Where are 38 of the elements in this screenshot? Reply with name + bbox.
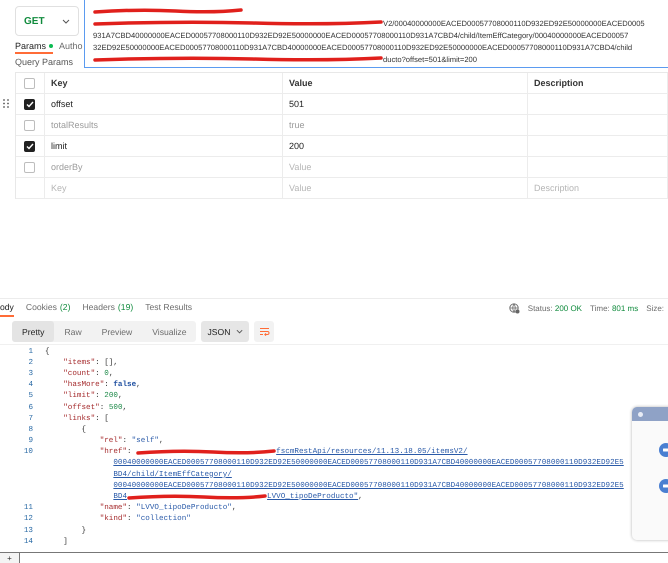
request-tab[interactable]: Params xyxy=(15,39,54,54)
column-header: Description xyxy=(528,73,668,93)
response-tab[interactable]: Test Results xyxy=(145,299,192,317)
view-tab[interactable]: Pretty xyxy=(12,321,54,342)
response-meta: Status: 200 OK xyxy=(528,304,582,312)
param-value[interactable]: 501 xyxy=(283,94,528,114)
view-tab[interactable]: Raw xyxy=(54,321,92,342)
request-tab[interactable]: Autho xyxy=(59,39,83,54)
response-meta: Size: xyxy=(646,304,664,312)
view-tab[interactable]: Visualize xyxy=(142,321,196,342)
param-key[interactable]: orderBy xyxy=(45,157,283,177)
format-select[interactable]: JSON xyxy=(201,321,250,342)
view-tab[interactable]: Preview xyxy=(92,321,142,342)
chevron-down-icon xyxy=(236,329,244,334)
checkbox[interactable] xyxy=(24,162,35,172)
checkbox[interactable] xyxy=(24,78,35,88)
globe-icon[interactable] xyxy=(508,302,520,314)
wrap-lines-button[interactable] xyxy=(254,321,274,342)
param-value[interactable]: true xyxy=(283,115,528,135)
drag-handle-icon[interactable] xyxy=(3,99,9,108)
param-key[interactable]: offset xyxy=(45,94,283,114)
checkbox[interactable] xyxy=(24,120,35,130)
checkbox[interactable] xyxy=(24,140,35,152)
response-tab[interactable]: Headers (19) xyxy=(82,299,134,317)
chevron-down-icon xyxy=(62,18,70,24)
column-header: Key xyxy=(45,73,283,93)
param-key[interactable]: totalResults xyxy=(45,115,283,135)
response-tab[interactable]: ody xyxy=(0,299,14,317)
column-header: Value xyxy=(283,73,528,93)
wrap-lines-icon xyxy=(258,327,270,336)
response-meta: Time: 801 ms xyxy=(590,304,638,312)
add-button[interactable]: + xyxy=(0,553,20,563)
response-tab[interactable]: Cookies (2) xyxy=(26,299,70,317)
param-key[interactable]: limit xyxy=(45,136,283,156)
method-select[interactable]: GET xyxy=(15,6,79,36)
param-value[interactable]: 200 xyxy=(283,136,528,156)
section-title: Query Params xyxy=(15,57,74,67)
checkbox[interactable] xyxy=(24,98,35,110)
